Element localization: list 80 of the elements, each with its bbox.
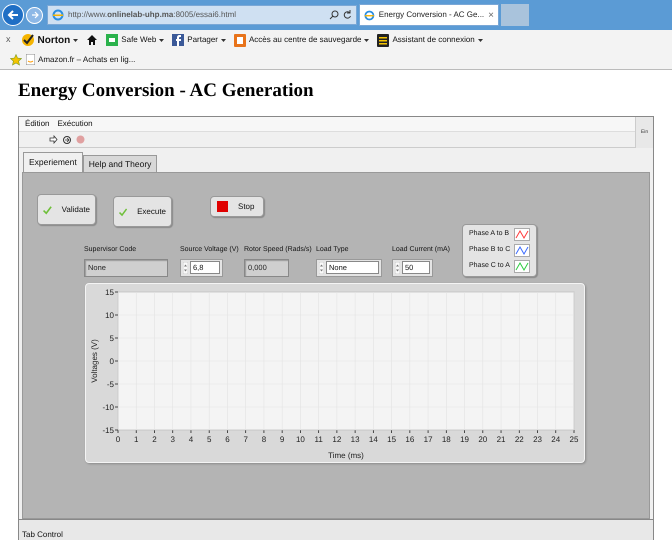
- run-arrow-icon[interactable]: [49, 135, 58, 144]
- page-title: Energy Conversion - AC Generation: [18, 80, 315, 102]
- back-button[interactable]: [2, 4, 24, 26]
- spin-arrows-icon[interactable]: [183, 262, 188, 274]
- y-tick-label: 10: [105, 311, 114, 320]
- x-tick-label: 6: [225, 435, 230, 444]
- caret-icon[interactable]: [159, 38, 164, 42]
- x-tick-label: 19: [460, 435, 470, 444]
- action-button[interactable]: Validate: [37, 194, 96, 225]
- caret-icon[interactable]: [73, 38, 78, 42]
- x-tick-label: 13: [350, 435, 360, 444]
- x-tick-label: 20: [478, 435, 488, 444]
- tab-close-button[interactable]: ×: [488, 8, 494, 22]
- tab[interactable]: Experiement: [23, 152, 83, 172]
- y-tick-label: 15: [105, 288, 114, 297]
- toolbar-button[interactable]: Safe Web: [121, 34, 156, 46]
- x-tick-label: 15: [387, 435, 396, 444]
- toolbar-button[interactable]: Assistant de connexion: [392, 34, 475, 46]
- x-tick-label: 5: [206, 435, 212, 444]
- x-tick-label: 10: [296, 435, 305, 444]
- x-tick-label: 11: [314, 435, 323, 444]
- stop-square-icon: [217, 201, 228, 212]
- x-tick-label: 2: [152, 435, 157, 444]
- tab[interactable]: Help and Theory: [82, 155, 158, 172]
- x-tick-label: 4: [188, 435, 194, 444]
- x-tick-label: 0: [116, 435, 120, 444]
- tab-title: Energy Conversion - AC Ge...: [378, 9, 484, 21]
- x-tick-label: 21: [496, 435, 506, 444]
- x-tick-label: 22: [514, 435, 524, 444]
- address-text: http://www.onlinelab-uhp.ma:8005/essai6.html: [68, 9, 238, 21]
- star-icon[interactable]: [10, 54, 22, 66]
- y-tick-label: 5: [110, 334, 114, 343]
- search-icon[interactable]: [329, 10, 339, 20]
- legend-swatch: [514, 260, 530, 273]
- x-axis-title: Time (ms): [328, 451, 364, 460]
- home-icon[interactable]: [86, 34, 98, 46]
- toolbar-button[interactable]: Accès au centre de sauvegarde: [248, 34, 362, 46]
- run-continuously-icon[interactable]: [62, 134, 72, 144]
- refresh-icon[interactable]: [343, 10, 352, 20]
- x-tick-label: 3: [170, 435, 175, 444]
- spin-arrows-icon[interactable]: [395, 262, 400, 274]
- back-arrow-icon: [7, 9, 19, 21]
- facebook-icon: [172, 34, 184, 46]
- x-tick-label: 23: [533, 435, 542, 444]
- menu-item[interactable]: Exécution: [57, 118, 93, 130]
- action-button[interactable]: Execute: [113, 196, 172, 227]
- x-tick-label: 14: [368, 435, 378, 444]
- toolbar-button[interactable]: Norton: [38, 32, 70, 48]
- x-tick-label: 25: [570, 435, 578, 444]
- y-axis-title: Voltages (V): [90, 339, 99, 383]
- legend-swatch: [514, 244, 530, 257]
- caret-icon[interactable]: [478, 38, 483, 42]
- caret-icon[interactable]: [220, 38, 226, 42]
- y-tick-label: -15: [102, 426, 114, 435]
- x-tick-label: 17: [424, 435, 433, 444]
- forward-button[interactable]: [26, 6, 43, 24]
- forward-arrow-icon: [30, 11, 38, 19]
- legend-swatch: [514, 228, 530, 241]
- y-tick-label: -5: [106, 380, 114, 389]
- toolbar-button[interactable]: Partager: [187, 34, 218, 46]
- browser-tab[interactable]: Energy Conversion - AC Ge... ×: [359, 4, 499, 26]
- favorite-link[interactable]: Amazon.fr – Achats en lig...: [38, 54, 136, 66]
- x-tick-label: 8: [262, 435, 266, 444]
- status-label: Tab Control: [22, 530, 63, 539]
- x-tick-label: 1: [134, 435, 138, 444]
- y-tick-label: 0: [110, 357, 114, 366]
- x-tick-label: 12: [332, 435, 342, 444]
- caret-icon[interactable]: [364, 38, 370, 42]
- spin-arrows-icon[interactable]: [319, 262, 324, 274]
- action-button[interactable]: Stop: [210, 196, 264, 217]
- checkmark-icon: [20, 33, 34, 47]
- x-tick-label: 18: [442, 435, 451, 444]
- x-tick-label: 7: [243, 435, 248, 444]
- y-tick-label: -10: [102, 403, 114, 412]
- x-tick-label: 16: [405, 435, 414, 444]
- menu-item[interactable]: Édition: [25, 118, 50, 130]
- x-tick-label: 9: [280, 435, 284, 444]
- address-field[interactable]: http://www.onlinelab-uhp.ma:8005/essai6.html: [47, 5, 357, 25]
- close-toolbar-button[interactable]: x: [6, 33, 10, 47]
- x-tick-label: 24: [551, 435, 560, 444]
